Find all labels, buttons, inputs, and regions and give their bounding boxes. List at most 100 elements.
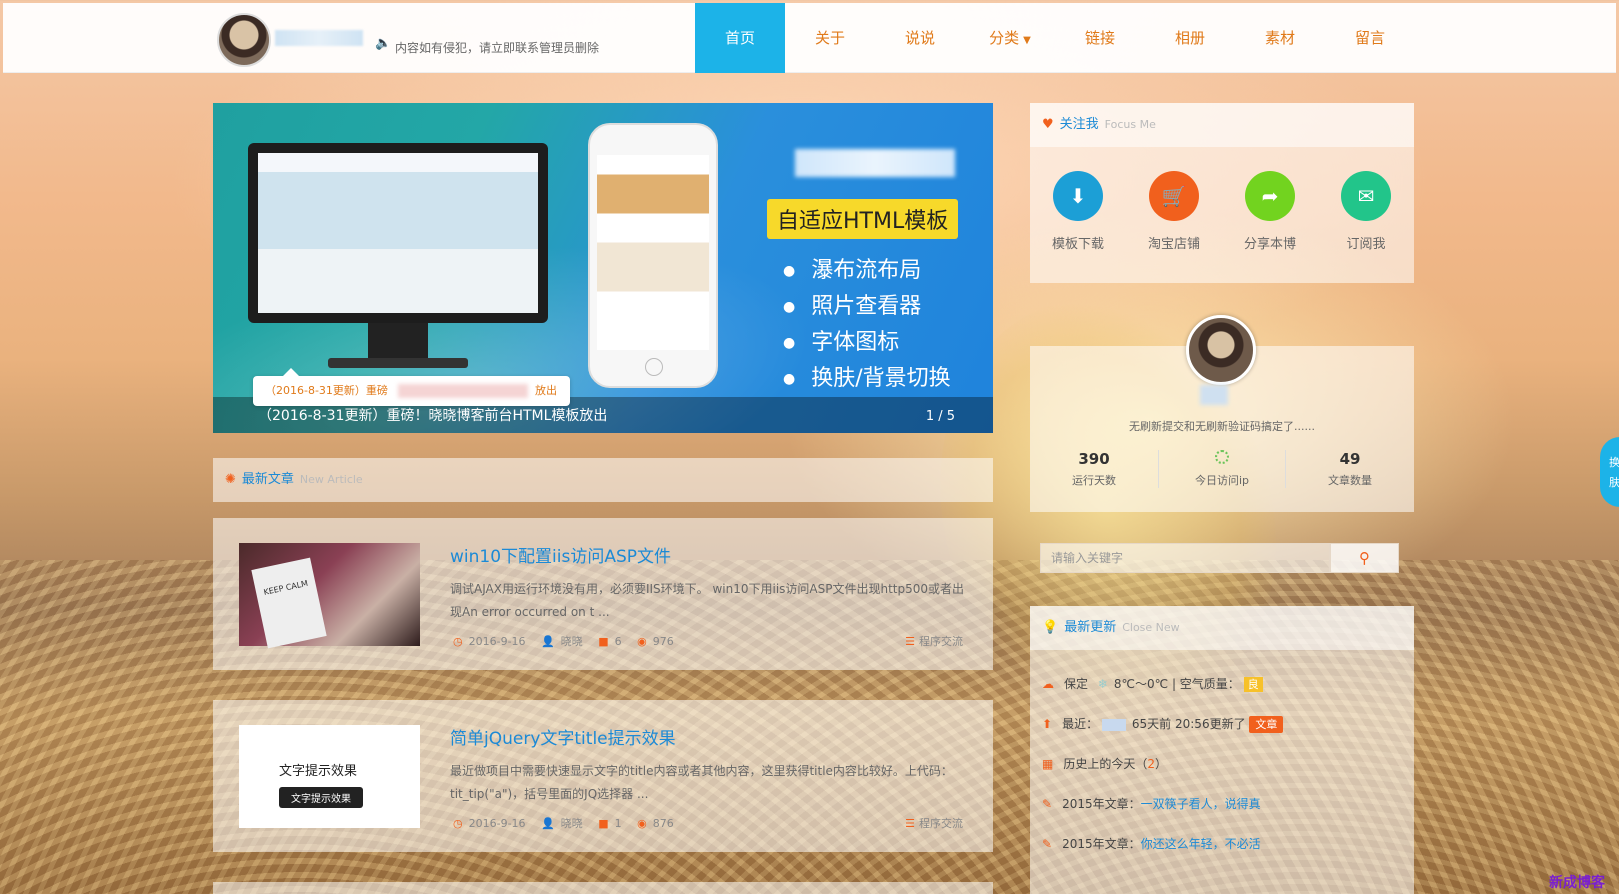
article-thumbnail[interactable]: 文字提示效果 文字提示效果 [239,725,420,828]
follow-header: ♥ 关注我 Focus Me [1030,103,1414,147]
monitor-stand [368,323,428,363]
section-title: 最新更新 [1064,620,1117,635]
thumb-tooltip: 文字提示效果 [279,787,363,808]
user-icon: 👤 [541,635,555,648]
site-name-redacted [275,30,363,46]
nav-category[interactable]: 分类 ▼ [965,3,1055,73]
article-title[interactable]: win10下配置iis访问ASP文件 [450,542,671,567]
nav-label: 说说 [904,29,935,47]
nav-label: 链接 [1084,29,1115,47]
history-text: 历史上的今天（ [1063,757,1148,771]
chevron-down-icon: ▼ [1023,35,1031,46]
nav-album[interactable]: 相册 [1145,3,1235,73]
nav-talk[interactable]: 说说 [875,3,965,73]
weather-icon: ❄ [1097,677,1108,691]
section-subtitle: Close New [1122,621,1180,634]
main-nav: 首页 关于 说说 分类 ▼ 链接 相册 素材 留言 [695,3,1415,73]
follow-grid: ⬇ 模板下载 🛒 淘宝店铺 ➦ 分享本博 ✉ 订阅我 [1030,147,1414,283]
loading-spinner-icon [1159,450,1285,470]
article-comments: 6 [614,635,622,648]
nav-home[interactable]: 首页 [695,3,785,73]
slider-feature-list: 瀑布流布局 照片查看器 字体图标 换肤/背景切换 [783,253,951,397]
stat-label: 运行天数 [1072,474,1116,487]
calendar-icon: ▦ [1042,757,1054,771]
article-card: 文字提示效果 文字提示效果 简单jQuery文字title提示效果 最近做项目中… [213,700,993,852]
template-download-button[interactable]: ⬇ 模板下载 [1030,147,1126,283]
nav-message[interactable]: 留言 [1325,3,1415,73]
watermark: 新成博客 [1549,875,1605,891]
stat-label: 文章数量 [1328,474,1372,487]
thumb-text: 文字提示效果 [279,764,358,779]
article-category[interactable]: ☰ 程序交流 [905,633,963,649]
redacted-name [1101,718,1126,731]
article-date: 2016-9-16 [468,635,526,648]
article-card-partial [213,882,993,894]
heart-icon: ♥ [1042,117,1054,132]
user-icon: 👤 [541,817,555,830]
slider-caption[interactable]: （2016-8-31更新）重磅！晓晓博客前台HTML模板放出 [258,405,607,425]
article-category[interactable]: ☰ 程序交流 [905,815,963,831]
nav-label: 素材 [1264,29,1295,47]
article-excerpt: 最近做项目中需要快速显示文字的title内容或者其他内容，这里获得title内容… [450,764,953,801]
taobao-shop-button[interactable]: 🛒 淘宝店铺 [1126,147,1222,283]
top-header: 🔈 内容如有侵犯，请立即联系管理员删除 首页 关于 说说 分类 ▼ 链接 相册 素… [3,3,1616,73]
search-icon: ⚲ [1359,549,1370,567]
article-title[interactable]: 简单jQuery文字title提示效果 [450,724,676,749]
clock-icon: ◷ [453,817,463,830]
article-thumbnail[interactable]: KEEP CALM [239,543,420,649]
feature-item: 照片查看器 [783,289,951,325]
site-avatar[interactable] [217,13,271,67]
article-author[interactable]: 晓晓 [561,817,583,830]
latest-updates-panel: 💡 最新更新 Close New ☁ 保定 ❄ 8℃～0℃ | 空气质量： 良 ⬆ 最近：… [1030,606,1414,894]
monitor-base [328,358,468,368]
slider-tooltip: （2016-8-31更新）重磅 放出 [253,368,570,406]
slider-title-redacted [795,149,955,177]
weather-city: 保定 [1064,677,1089,691]
subscribe-button[interactable]: ✉ 订阅我 [1318,147,1414,283]
cart-icon: 🛒 [1149,171,1199,221]
section-title: 关注我 [1059,117,1099,132]
tooltip-suffix: 放出 [535,384,557,397]
recent-text: 65天前 20:56更新了 [1131,717,1246,731]
nav-material[interactable]: 素材 [1235,3,1325,73]
share-icon: ➦ [1245,171,1295,221]
slider-badge: 自适应HTML模板 [767,199,959,239]
lightbulb-icon: 💡 [1042,620,1059,635]
mail-icon: ✉ [1341,171,1391,221]
nav-label: 留言 [1354,29,1385,47]
list-icon: ☰ [905,817,915,830]
history-row[interactable]: ▦ 历史上的今天（2） [1042,754,1167,774]
search-input[interactable]: 请输入关键字 [1040,543,1330,573]
nav-links[interactable]: 链接 [1055,3,1145,73]
search-button[interactable]: ⚲ [1330,543,1399,573]
clock-icon: ◷ [453,635,463,648]
post-link[interactable]: 你还这么年轻，不必活 [1141,837,1261,851]
section-title: 最新文章 [241,472,294,487]
profile-stats: 390 运行天数 今日访问ip 49 文章数量 [1030,450,1414,488]
edit-icon: ✎ [1042,797,1053,811]
article-tag[interactable]: 文章 [1249,716,1284,733]
edit-icon: ✎ [1042,837,1053,851]
recent-update-row: ⬆ 最近： 65天前 20:56更新了 文章 [1042,714,1284,734]
share-blog-button[interactable]: ➦ 分享本博 [1222,147,1318,283]
section-subtitle: New Article [299,473,363,486]
phone-illustration [588,123,718,388]
follow-label: 模板下载 [1051,237,1104,252]
eye-icon: ◉ [637,817,647,830]
skin-switch-tab[interactable]: 换 肤 [1600,437,1619,507]
nav-about[interactable]: 关于 [785,3,875,73]
article-author[interactable]: 晓晓 [561,635,583,648]
section-subtitle: Focus Me [1104,118,1156,131]
list-icon: ☰ [905,635,915,648]
arrow-up-icon: ⬆ [1042,717,1053,731]
slider-counter: 1 / 5 [925,409,955,424]
article-meta: ◷ 2016-9-16 👤 晓晓 ■ 6 ◉ 976 [453,633,674,649]
profile-avatar[interactable] [1186,315,1256,385]
article-views: 976 [652,635,674,648]
article-excerpt: 调试AJAX用运行环境没有用，必须要IIS环境下。 win10下用iis访问AS… [450,582,965,619]
history-count: 2 [1147,757,1155,771]
thumb-book: KEEP CALM [251,557,327,649]
weather-temp: 8℃～0℃ | 空气质量： [1113,677,1240,691]
stat-value: 49 [1339,450,1361,468]
post-link[interactable]: 一双筷子看人，说得真 [1141,797,1261,811]
